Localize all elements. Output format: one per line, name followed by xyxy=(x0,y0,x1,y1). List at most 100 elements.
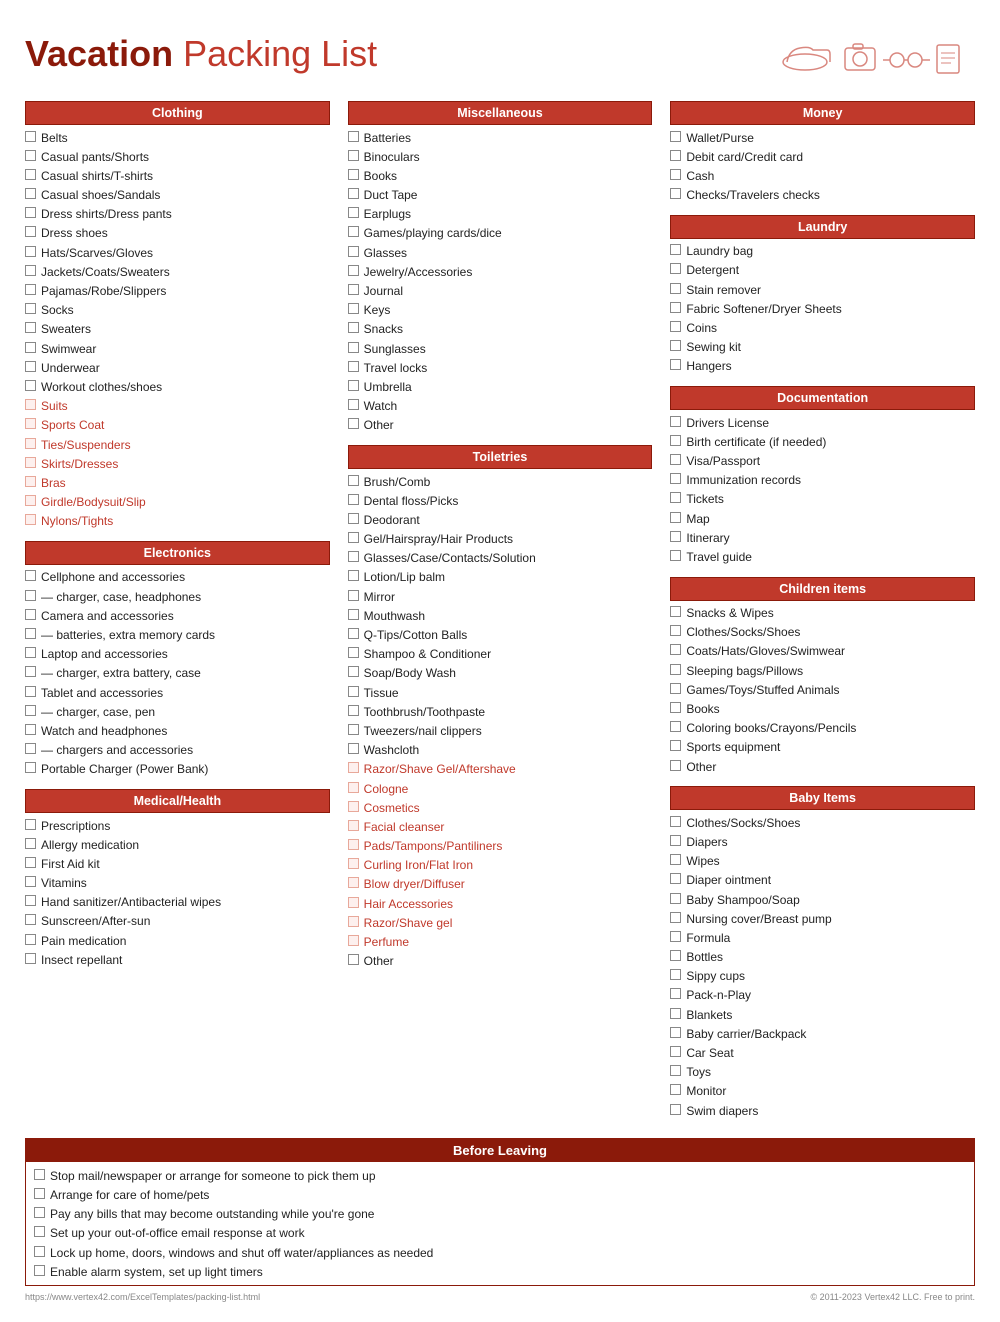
list-item[interactable]: Clothes/Socks/Shoes xyxy=(670,813,975,832)
checkbox[interactable] xyxy=(670,721,681,732)
checkbox[interactable] xyxy=(670,416,681,427)
checkbox[interactable] xyxy=(25,666,36,677)
list-item[interactable]: Tissue xyxy=(348,683,653,702)
list-item[interactable]: Portable Charger (Power Bank) xyxy=(25,760,330,779)
list-item[interactable]: Coloring books/Crayons/Pencils xyxy=(670,719,975,738)
checkbox[interactable] xyxy=(348,762,359,773)
list-item[interactable]: Pay any bills that may become outstandin… xyxy=(34,1205,966,1224)
list-item[interactable]: Snacks & Wipes xyxy=(670,604,975,623)
checkbox[interactable] xyxy=(348,666,359,677)
list-item[interactable]: Laundry bag xyxy=(670,242,975,261)
checkbox[interactable] xyxy=(670,550,681,561)
list-item[interactable]: Perfume xyxy=(348,933,653,952)
checkbox[interactable] xyxy=(670,740,681,751)
list-item[interactable]: — batteries, extra memory cards xyxy=(25,626,330,645)
list-item[interactable]: Other xyxy=(670,757,975,776)
list-item[interactable]: Binoculars xyxy=(348,147,653,166)
list-item[interactable]: Earplugs xyxy=(348,205,653,224)
checkbox[interactable] xyxy=(670,244,681,255)
checkbox[interactable] xyxy=(25,934,36,945)
checkbox[interactable] xyxy=(348,284,359,295)
checkbox[interactable] xyxy=(670,359,681,370)
checkbox[interactable] xyxy=(25,207,36,218)
checkbox[interactable] xyxy=(25,150,36,161)
list-item[interactable]: Car Seat xyxy=(670,1044,975,1063)
checkbox[interactable] xyxy=(25,514,36,525)
checkbox[interactable] xyxy=(348,877,359,888)
checkbox[interactable] xyxy=(25,609,36,620)
list-item[interactable]: Fabric Softener/Dryer Sheets xyxy=(670,299,975,318)
list-item[interactable]: Razor/Shave gel xyxy=(348,913,653,932)
list-item[interactable]: — chargers and accessories xyxy=(25,741,330,760)
list-item[interactable]: Blow dryer/Diffuser xyxy=(348,875,653,894)
checkbox[interactable] xyxy=(670,131,681,142)
list-item[interactable]: Umbrella xyxy=(348,377,653,396)
list-item[interactable]: Hand sanitizer/Antibacterial wipes xyxy=(25,893,330,912)
checkbox[interactable] xyxy=(25,647,36,658)
list-item[interactable]: Tickets xyxy=(670,490,975,509)
checkbox[interactable] xyxy=(670,988,681,999)
checkbox[interactable] xyxy=(670,664,681,675)
checkbox[interactable] xyxy=(348,494,359,505)
list-item[interactable]: Watch xyxy=(348,397,653,416)
checkbox[interactable] xyxy=(25,819,36,830)
checkbox[interactable] xyxy=(25,188,36,199)
list-item[interactable]: Lotion/Lip balm xyxy=(348,568,653,587)
list-item[interactable]: Sports equipment xyxy=(670,738,975,757)
list-item[interactable]: Tablet and accessories xyxy=(25,683,330,702)
checkbox[interactable] xyxy=(348,609,359,620)
checkbox[interactable] xyxy=(348,265,359,276)
list-item[interactable]: Casual pants/Shorts xyxy=(25,147,330,166)
list-item[interactable]: Wipes xyxy=(670,852,975,871)
checkbox[interactable] xyxy=(34,1226,45,1237)
checkbox[interactable] xyxy=(670,969,681,980)
checkbox[interactable] xyxy=(670,512,681,523)
list-item[interactable]: Itinerary xyxy=(670,528,975,547)
checkbox[interactable] xyxy=(670,912,681,923)
list-item[interactable]: Toothbrush/Toothpaste xyxy=(348,702,653,721)
list-item[interactable]: Mirror xyxy=(348,587,653,606)
checkbox[interactable] xyxy=(670,893,681,904)
list-item[interactable]: Vitamins xyxy=(25,874,330,893)
list-item[interactable]: Sports Coat xyxy=(25,416,330,435)
checkbox[interactable] xyxy=(348,322,359,333)
checkbox[interactable] xyxy=(25,762,36,773)
checkbox[interactable] xyxy=(25,953,36,964)
checkbox[interactable] xyxy=(670,1008,681,1019)
checkbox[interactable] xyxy=(25,246,36,257)
checkbox[interactable] xyxy=(34,1246,45,1257)
checkbox[interactable] xyxy=(348,897,359,908)
checkbox[interactable] xyxy=(670,606,681,617)
list-item[interactable]: Pads/Tampons/Pantiliners xyxy=(348,837,653,856)
checkbox[interactable] xyxy=(25,322,36,333)
checkbox[interactable] xyxy=(670,760,681,771)
list-item[interactable]: Books xyxy=(670,700,975,719)
list-item[interactable]: Travel locks xyxy=(348,358,653,377)
list-item[interactable]: Baby Shampoo/Soap xyxy=(670,890,975,909)
checkbox[interactable] xyxy=(670,644,681,655)
checkbox[interactable] xyxy=(25,628,36,639)
list-item[interactable]: Underwear xyxy=(25,358,330,377)
list-item[interactable]: Pack-n-Play xyxy=(670,986,975,1005)
list-item[interactable]: Insect repellant xyxy=(25,950,330,969)
list-item[interactable]: Skirts/Dresses xyxy=(25,454,330,473)
list-item[interactable]: Snacks xyxy=(348,320,653,339)
checkbox[interactable] xyxy=(348,705,359,716)
list-item[interactable]: Visa/Passport xyxy=(670,451,975,470)
checkbox[interactable] xyxy=(670,835,681,846)
checkbox[interactable] xyxy=(348,226,359,237)
list-item[interactable]: — charger, case, pen xyxy=(25,702,330,721)
checkbox[interactable] xyxy=(348,916,359,927)
checkbox[interactable] xyxy=(25,399,36,410)
list-item[interactable]: Swimwear xyxy=(25,339,330,358)
list-item[interactable]: Sippy cups xyxy=(670,967,975,986)
checkbox[interactable] xyxy=(348,590,359,601)
list-item[interactable]: Cologne xyxy=(348,779,653,798)
list-item[interactable]: Tweezers/nail clippers xyxy=(348,721,653,740)
checkbox[interactable] xyxy=(25,743,36,754)
checkbox[interactable] xyxy=(670,931,681,942)
list-item[interactable]: Hangers xyxy=(670,357,975,376)
list-item[interactable]: Sweaters xyxy=(25,320,330,339)
list-item[interactable]: Soap/Body Wash xyxy=(348,664,653,683)
list-item[interactable]: Shampoo & Conditioner xyxy=(348,645,653,664)
